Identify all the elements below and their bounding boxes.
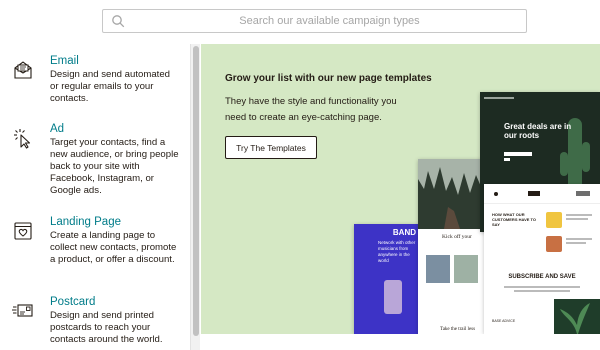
promo-headline: Grow your list with our new page templat…	[225, 73, 432, 84]
avatar	[546, 212, 562, 228]
template-header	[484, 184, 600, 204]
campaign-type-title: Landing Page	[50, 216, 121, 228]
campaign-type-description: Design and send automated or regular ema…	[50, 69, 171, 104]
template-text: BASE ADVICE	[492, 319, 516, 323]
avatar	[546, 236, 562, 252]
template-text: HOW WHAT OUR CUSTOMERS HAVE TO SAY	[492, 212, 537, 227]
heart-page-icon	[14, 222, 32, 240]
campaign-type-postcard[interactable]: Postcard Design and send printed postcar…	[0, 296, 185, 350]
cursor-click-icon	[14, 129, 31, 149]
template-text: Kick off your	[442, 234, 472, 240]
template-preview-music: BAND Network with other musicians from a…	[354, 224, 420, 334]
template-subscribe: SUBSCRIBE AND SAVE	[508, 274, 576, 280]
envelope-icon	[14, 61, 32, 79]
promo-subtext: They have the style and functionality yo…	[225, 96, 397, 107]
campaign-type-landing-page[interactable]: Landing Page Create a landing page to co…	[0, 216, 185, 286]
campaign-type-description: Create a landing page to collect new con…	[50, 230, 177, 265]
try-templates-button[interactable]: Try The Templates	[225, 136, 317, 159]
thumb-image	[454, 255, 478, 283]
template-band-text: BAND	[392, 228, 416, 237]
scrollbar-thumb[interactable]	[193, 46, 199, 336]
template-heading: Great deals are in our roots	[504, 122, 572, 140]
forest-image	[418, 159, 486, 229]
promo-subtext: need to create an eye-catching page.	[225, 112, 382, 123]
search-icon	[112, 15, 125, 28]
panel-footer	[201, 334, 600, 350]
phone-image	[384, 280, 402, 314]
campaign-type-title: Email	[50, 55, 79, 67]
thumb-image	[426, 255, 450, 283]
campaign-type-title: Postcard	[50, 296, 96, 308]
search-input[interactable]	[103, 10, 526, 32]
campaign-type-title: Ad	[50, 123, 65, 135]
sidebar-scrollbar[interactable]	[190, 44, 200, 350]
campaign-type-description: Target your contacts, find a new audienc…	[50, 137, 179, 196]
template-text: Take the trail less	[440, 327, 476, 332]
template-preview-outdoor: Kick off your Take the trail less	[418, 159, 486, 334]
campaign-type-email[interactable]: Email Design and send automated or regul…	[0, 55, 185, 113]
campaign-type-description: Design and send printed postcards to rea…	[50, 310, 163, 345]
campaign-type-ad[interactable]: Ad Target your contacts, find a new audi…	[0, 123, 185, 205]
postcard-icon	[12, 304, 33, 317]
template-preview-customers: HOW WHAT OUR CUSTOMERS HAVE TO SAY SUBSC…	[484, 184, 600, 334]
campaign-type-list: Email Design and send automated or regul…	[0, 44, 200, 350]
plant-image	[554, 299, 600, 334]
template-text: Network with other musicians from anywhe…	[378, 240, 416, 263]
search-bar[interactable]	[102, 9, 527, 33]
templates-promo-banner: Grow your list with our new page templat…	[201, 44, 600, 334]
